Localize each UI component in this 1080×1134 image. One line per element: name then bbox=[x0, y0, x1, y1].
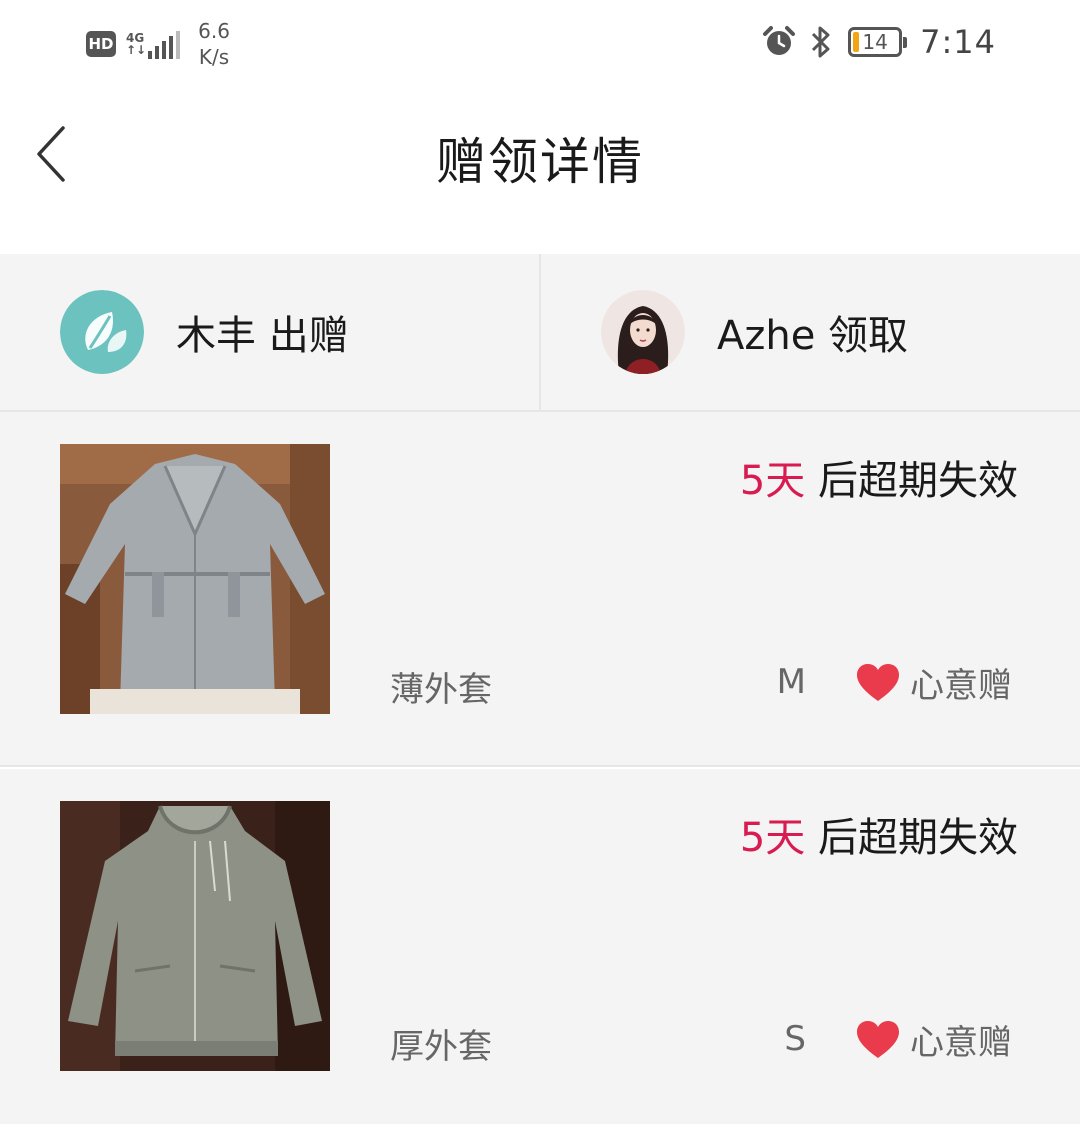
jacket-photo-image bbox=[60, 801, 330, 1071]
heart-icon bbox=[857, 1020, 899, 1058]
item-name: 厚外套 bbox=[390, 1027, 492, 1067]
network-arrows: ↑↓ bbox=[126, 43, 147, 57]
gift-type-label: 心意赠 bbox=[910, 1023, 1012, 1063]
item-name: 薄外套 bbox=[390, 670, 492, 710]
giver-avatar[interactable] bbox=[60, 290, 144, 374]
users-row: 木丰 出赠 Azhe 领取 bbox=[0, 254, 1080, 412]
expiry-days: 5天 bbox=[739, 815, 806, 861]
receiver-avatar[interactable] bbox=[601, 290, 685, 374]
alarm-icon bbox=[763, 26, 796, 55]
network-speed: 6.6 K/s bbox=[198, 18, 230, 70]
item-size: M bbox=[776, 662, 806, 702]
gift-type: 心意赠 bbox=[856, 1015, 1012, 1064]
speed-unit: K/s bbox=[198, 45, 230, 69]
gift-type: 心意赠 bbox=[856, 658, 1012, 707]
item-size: S bbox=[784, 1019, 806, 1059]
item-card[interactable]: 5天 后超期失效 厚外套 S 心意赠 bbox=[0, 769, 1080, 1124]
battery-level: 14 bbox=[862, 30, 888, 54]
giver-label: 木丰 出赠 bbox=[176, 313, 349, 359]
page-title: 赠领详情 bbox=[436, 133, 644, 191]
status-left: HD 4G ↑↓ 6.6 K/s bbox=[86, 18, 230, 70]
item-photo[interactable] bbox=[60, 801, 330, 1071]
item-photo[interactable] bbox=[60, 444, 330, 714]
item-card[interactable]: 5天 后超期失效 薄外套 M 心意赠 bbox=[0, 412, 1080, 767]
expiry-notice: 5天 后超期失效 bbox=[740, 805, 1018, 863]
leaf-logo-icon bbox=[60, 290, 144, 374]
expiry-text: 后超期失效 bbox=[805, 458, 1018, 504]
heart-icon bbox=[857, 663, 899, 701]
status-time: 7:14 bbox=[920, 23, 996, 61]
network-type: 4G ↑↓ bbox=[126, 32, 146, 56]
user-portrait-icon bbox=[601, 290, 685, 374]
speed-value: 6.6 bbox=[198, 19, 230, 43]
expiry-days: 5天 bbox=[739, 458, 806, 504]
bluetooth-icon bbox=[812, 26, 830, 58]
gift-type-label: 心意赠 bbox=[910, 666, 1012, 706]
receiver-label: Azhe 领取 bbox=[717, 313, 909, 359]
status-bar: HD 4G ↑↓ 6.6 K/s 14 7:14 bbox=[0, 0, 1080, 84]
hd-badge: HD bbox=[86, 31, 116, 57]
status-right: 14 7:14 bbox=[762, 20, 996, 64]
receiver-cell[interactable]: Azhe 领取 bbox=[539, 254, 1080, 410]
giver-cell[interactable]: 木丰 出赠 bbox=[0, 254, 539, 410]
expiry-text: 后超期失效 bbox=[805, 815, 1018, 861]
header: 赠领详情 bbox=[0, 84, 1080, 254]
signal-icon bbox=[148, 29, 181, 59]
expiry-notice: 5天 后超期失效 bbox=[740, 448, 1018, 506]
coat-photo-image bbox=[60, 444, 330, 714]
battery-icon: 14 bbox=[848, 27, 908, 57]
